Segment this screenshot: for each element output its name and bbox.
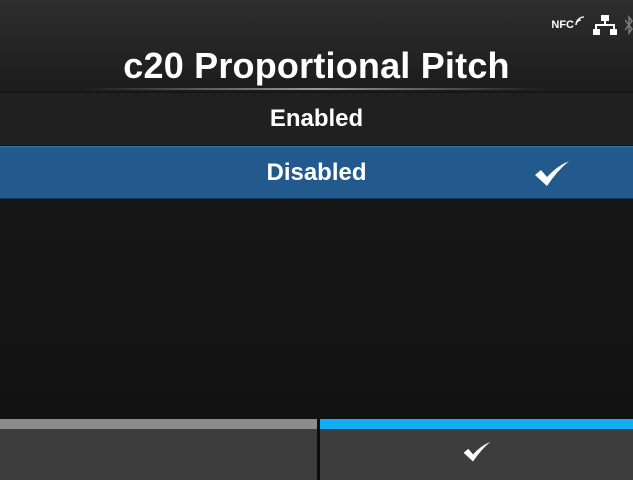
confirm-check-icon: [463, 441, 490, 462]
option-label: Enabled: [269, 105, 364, 132]
list-empty-area: [0, 200, 633, 420]
bluetooth-icon: [625, 14, 633, 36]
status-icons: NFC: [551, 10, 633, 40]
title-underline: [80, 88, 550, 90]
check-icon: [535, 161, 569, 186]
page-title: c20 Proportional Pitch: [123, 45, 510, 86]
header: NFC c20 Proportional Pitch: [0, 0, 633, 92]
network-icon: [593, 15, 617, 35]
option-enabled[interactable]: Enabled: [0, 93, 633, 146]
softkey-confirm[interactable]: [320, 419, 633, 480]
nfc-icon: NFC: [551, 16, 585, 31]
softkey-left[interactable]: [0, 419, 317, 480]
printer-settings-screen: NFC c20 Proportional Pitch Enabled Disab…: [0, 0, 633, 480]
nfc-label: NFC: [551, 19, 574, 31]
option-disabled[interactable]: Disabled: [0, 146, 633, 199]
options-list: Enabled Disabled: [0, 93, 633, 199]
